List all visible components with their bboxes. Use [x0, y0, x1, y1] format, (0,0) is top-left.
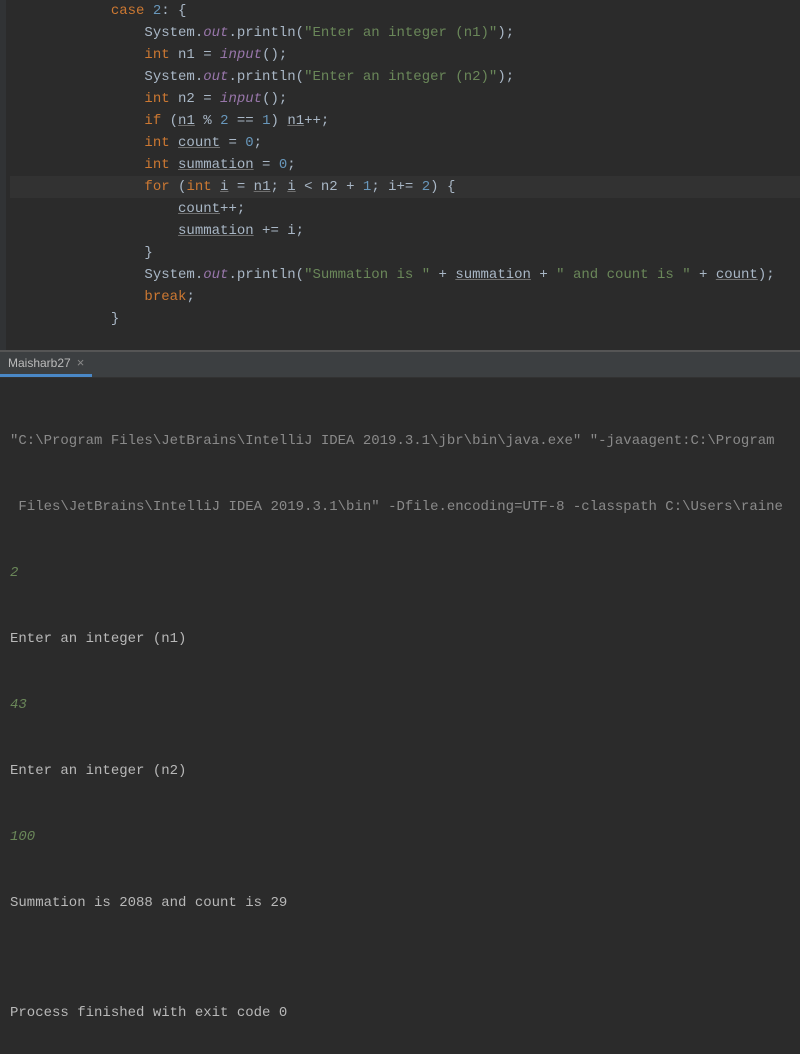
code-text: ++;: [304, 113, 329, 129]
literal-num: 1: [262, 113, 270, 129]
field-out: out: [203, 267, 228, 283]
keyword-case: case: [111, 3, 153, 19]
keyword-break: break: [144, 289, 186, 305]
code-text: ;: [186, 289, 194, 305]
code-line[interactable]: int summation = 0;: [10, 154, 800, 176]
console-command: Files\JetBrains\IntelliJ IDEA 2019.3.1\b…: [10, 496, 790, 518]
code-text: n2 =: [178, 91, 220, 107]
code-text: System.: [144, 69, 203, 85]
console-user-input: 2: [10, 562, 790, 584]
code-line[interactable]: int count = 0;: [10, 132, 800, 154]
console-user-input: 100: [10, 826, 790, 848]
code-text: : {: [161, 3, 186, 19]
console-tab[interactable]: Maisharb27 ×: [0, 351, 92, 377]
code-text: %: [195, 113, 220, 129]
keyword-if: if: [144, 113, 169, 129]
console-user-input: 43: [10, 694, 790, 716]
code-text: System.: [144, 25, 203, 41]
method-call: input: [220, 47, 262, 63]
var-n1: n1: [178, 113, 195, 129]
code-text: .println(: [228, 267, 304, 283]
keyword-for: for: [144, 179, 178, 195]
var-count: count: [178, 135, 220, 151]
console-stdout: Summation is 2088 and count is 29: [10, 892, 790, 914]
keyword-int: int: [144, 91, 178, 107]
var-count: count: [716, 267, 758, 283]
keyword-int: int: [186, 179, 220, 195]
var-summation: summation: [455, 267, 531, 283]
code-line[interactable]: if (n1 % 2 == 1) n1++;: [10, 110, 800, 132]
code-line[interactable]: }: [10, 242, 800, 264]
code-text: ();: [262, 47, 287, 63]
console-tab-bar: Maisharb27 ×: [0, 352, 800, 378]
editor-gutter: [0, 0, 6, 350]
code-text: ;: [254, 135, 262, 151]
literal-num: 0: [245, 135, 253, 151]
var-n1: n1: [254, 179, 271, 195]
code-line-highlighted[interactable]: for (int i = n1; i < n2 + 1; i+= 2) {: [10, 176, 800, 198]
code-text: ): [271, 113, 288, 129]
code-line[interactable]: case 2: {: [10, 0, 800, 22]
var-i: i: [287, 179, 295, 195]
code-text: ) {: [430, 179, 455, 195]
code-text: ; i+=: [371, 179, 421, 195]
console-output[interactable]: "C:\Program Files\JetBrains\IntelliJ IDE…: [0, 378, 800, 1054]
var-summation: summation: [178, 157, 254, 173]
keyword-int: int: [144, 47, 178, 63]
keyword-int: int: [144, 157, 178, 173]
code-text: .println(: [228, 69, 304, 85]
string-literal: "Enter an integer (n1)": [304, 25, 497, 41]
var-count: count: [178, 201, 220, 217]
tab-label: Maisharb27: [8, 356, 71, 370]
code-text: .println(: [228, 25, 304, 41]
code-text: n1 =: [178, 47, 220, 63]
code-line[interactable]: count++;: [10, 198, 800, 220]
code-text: ++;: [220, 201, 245, 217]
code-text: ==: [228, 113, 262, 129]
console-command: "C:\Program Files\JetBrains\IntelliJ IDE…: [10, 430, 790, 452]
field-out: out: [203, 25, 228, 41]
code-text: =: [254, 157, 279, 173]
code-line[interactable]: summation += i;: [10, 220, 800, 242]
code-line[interactable]: System.out.println("Summation is " + sum…: [10, 264, 800, 286]
field-out: out: [203, 69, 228, 85]
code-text: );: [497, 25, 514, 41]
code-editor[interactable]: case 2: { System.out.println("Enter an i…: [0, 0, 800, 350]
code-text: System.: [144, 267, 203, 283]
code-text: ;: [270, 179, 287, 195]
code-text: );: [758, 267, 775, 283]
keyword-int: int: [144, 135, 178, 151]
console-stdout: Enter an integer (n1): [10, 628, 790, 650]
code-text: =: [220, 135, 245, 151]
code-text: }: [111, 311, 119, 327]
code-text: ();: [262, 91, 287, 107]
code-line[interactable]: break;: [10, 286, 800, 308]
literal-num: 2: [153, 3, 161, 19]
code-text: +: [531, 267, 556, 283]
code-text: =: [228, 179, 253, 195]
code-text: += i;: [254, 223, 304, 239]
literal-num: 2: [422, 179, 430, 195]
code-text: }: [144, 245, 152, 261]
code-line[interactable]: System.out.println("Enter an integer (n2…: [10, 66, 800, 88]
code-line[interactable]: System.out.println("Enter an integer (n1…: [10, 22, 800, 44]
close-icon[interactable]: ×: [77, 355, 85, 370]
string-literal: " and count is ": [556, 267, 690, 283]
method-call: input: [220, 91, 262, 107]
code-text: +: [430, 267, 455, 283]
var-summation: summation: [178, 223, 254, 239]
code-text: +: [691, 267, 716, 283]
string-literal: "Summation is ": [304, 267, 430, 283]
console-stdout: Enter an integer (n2): [10, 760, 790, 782]
var-n1: n1: [287, 113, 304, 129]
string-literal: "Enter an integer (n2)": [304, 69, 497, 85]
code-text: < n2 +: [296, 179, 363, 195]
code-line[interactable]: int n2 = input();: [10, 88, 800, 110]
code-line[interactable]: int n1 = input();: [10, 44, 800, 66]
code-text: ;: [287, 157, 295, 173]
code-text: );: [497, 69, 514, 85]
code-line[interactable]: }: [10, 308, 800, 330]
console-exit: Process finished with exit code 0: [10, 1002, 790, 1024]
code-text: (: [170, 113, 178, 129]
